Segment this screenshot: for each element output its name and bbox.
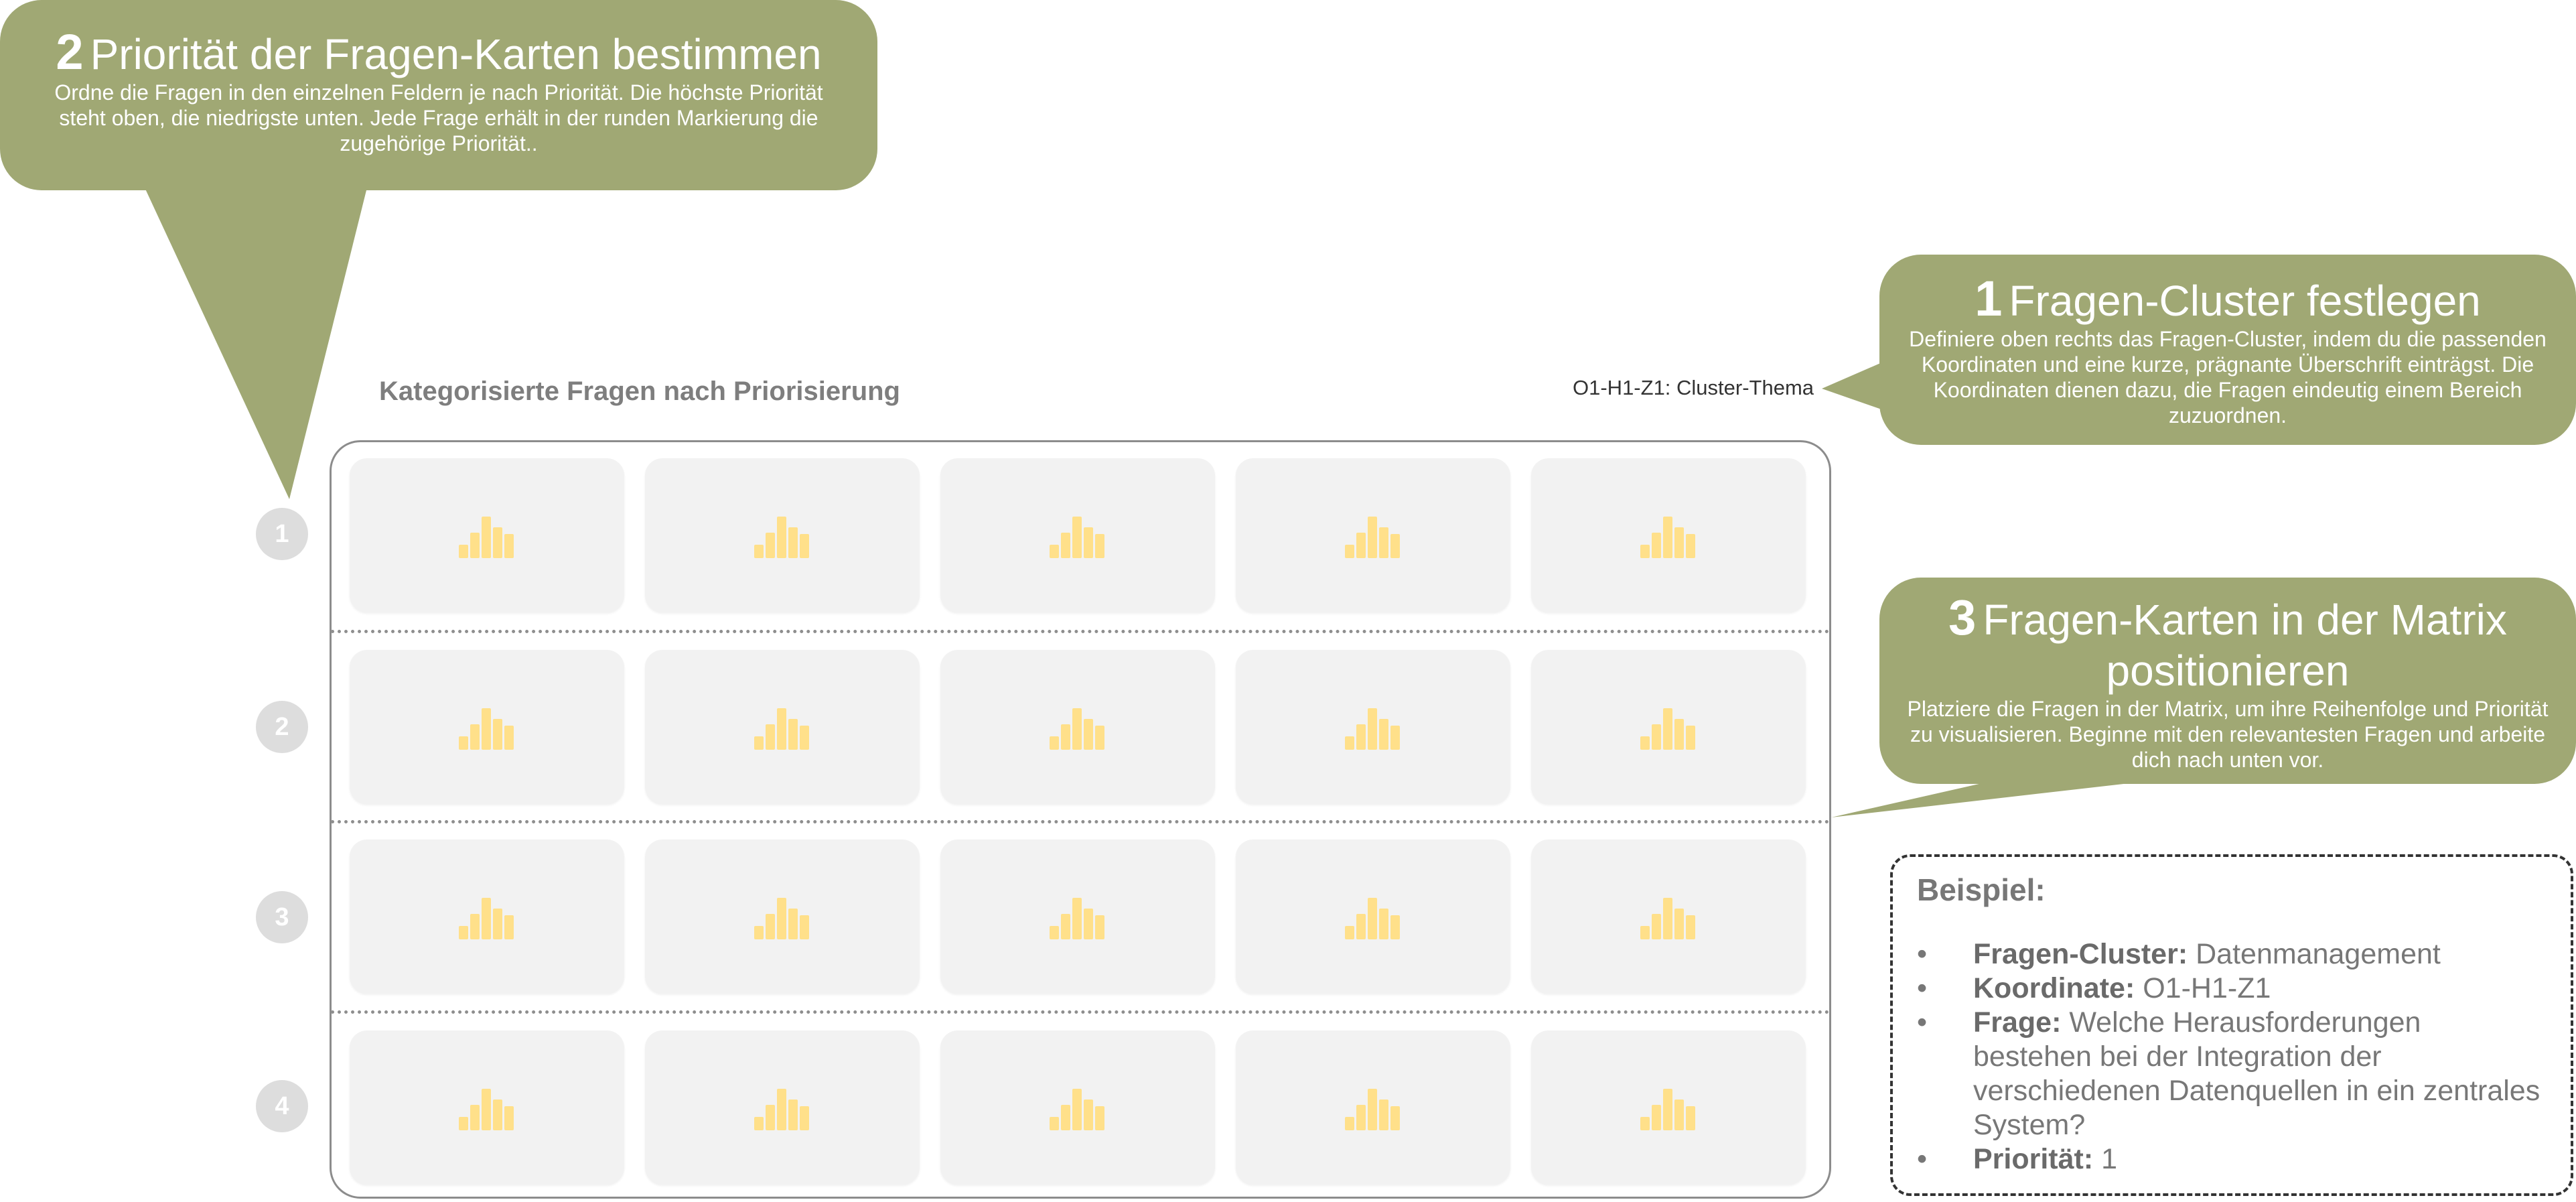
bubble1-tail [1822,362,1883,410]
question-card[interactable] [645,1030,920,1185]
example-item-label: Koordinate: [1973,972,2135,1004]
question-card[interactable] [1531,840,1806,994]
example-item-value: 1 [2101,1143,2118,1175]
bar-chart-placeholder-icon [1050,1089,1104,1130]
row-divider [331,1010,1830,1014]
bar-chart-placeholder-icon [754,517,809,558]
question-card[interactable] [1236,458,1510,612]
step-3-body: Platziere die Fragen in der Matrix, um i… [1907,697,2549,772]
bar-chart-placeholder-icon [1050,708,1104,750]
example-item-label: Priorität: [1973,1143,2094,1175]
step-3-title-line: 3 Fragen-Karten in der Matrix positionier… [1906,592,2549,696]
bar-chart-placeholder-icon [1345,708,1400,750]
step-2-bubble: 2 Priorität der Fragen-Karten bestimmen O… [0,0,877,190]
step-2-title-line: 2 Priorität der Fragen-Karten bestimmen [33,27,844,80]
question-card[interactable] [645,840,920,994]
step-2-body: Ordne die Fragen in den einzelnen Felder… [54,80,823,155]
step-1-title-line: 1 Fragen-Cluster festlegen [1906,273,2549,326]
question-card[interactable] [1236,1030,1510,1185]
question-card[interactable] [1236,840,1510,994]
bar-chart-placeholder-icon [459,708,514,750]
question-card[interactable] [350,650,624,804]
example-item: Frage: Welche Herausforderungen bestehen… [1917,1006,2547,1142]
example-item-value: O1-H1-Z1 [2143,972,2271,1004]
bar-chart-placeholder-icon [1050,898,1104,939]
step-1-title: Fragen-Cluster festlegen [2009,277,2481,325]
bar-chart-placeholder-icon [1640,898,1695,939]
question-card[interactable] [350,1030,624,1185]
example-item: Fragen-Cluster: Datenmanagement [1917,937,2547,972]
question-card[interactable] [940,458,1215,612]
bar-chart-placeholder-icon [1345,1089,1400,1130]
question-card[interactable] [1236,650,1510,804]
cluster-label[interactable]: O1-H1-Z1: Cluster-Thema [1573,376,1814,400]
step-2-title: Priorität der Fragen-Karten bestimmen [90,30,822,78]
example-title: Beispiel: [1917,872,2046,907]
bar-chart-placeholder-icon [1640,517,1695,558]
row-divider [331,630,1830,633]
row-priority-badge-4: 4 [256,1080,308,1132]
row-priority-badge-2: 2 [256,701,308,753]
question-card[interactable] [350,458,624,612]
row-priority-badge-3: 3 [256,891,308,943]
example-item-label: Frage: [1973,1006,2062,1039]
question-card[interactable] [940,840,1215,994]
matrix-heading: Kategorisierte Fragen nach Priorisierung [379,377,900,406]
row-divider [331,820,1830,823]
question-card[interactable] [1531,650,1806,804]
question-card[interactable] [940,1030,1215,1185]
example-list: Fragen-Cluster: Datenmanagement Koordina… [1917,937,2547,1177]
question-card[interactable] [1531,1030,1806,1185]
bubble2-tail [145,188,367,499]
step-2-number: 2 [56,24,84,80]
example-item: Priorität: 1 [1917,1142,2547,1177]
question-card[interactable] [350,840,624,994]
bar-chart-placeholder-icon [1050,517,1104,558]
bubble3-tail [1831,779,2170,817]
example-box: Beispiel: Fragen-Cluster: Datenmanagemen… [1890,854,2573,1196]
step-1-bubble: 1 Fragen-Cluster festlegen Definiere oben… [1879,255,2576,445]
step-3-title: Fragen-Karten in der Matrix positioniere… [1983,596,2507,695]
example-item-label: Fragen-Cluster: [1973,938,2188,970]
bar-chart-placeholder-icon [1640,708,1695,750]
bar-chart-placeholder-icon [1640,1089,1695,1130]
step-3-bubble: 3 Fragen-Karten in der Matrix positionier… [1879,578,2576,784]
bar-chart-placeholder-icon [459,1089,514,1130]
bar-chart-placeholder-icon [1345,517,1400,558]
bar-chart-placeholder-icon [754,1089,809,1130]
question-card[interactable] [1531,458,1806,612]
step-3-number: 3 [1948,590,1977,645]
question-card[interactable] [940,650,1215,804]
bar-chart-placeholder-icon [754,708,809,750]
question-card[interactable] [645,458,920,612]
bar-chart-placeholder-icon [754,898,809,939]
bar-chart-placeholder-icon [1345,898,1400,939]
example-item-value: Datenmanagement [2196,938,2441,970]
row-priority-badge-1: 1 [256,508,308,560]
step-1-number: 1 [1975,271,2003,326]
bar-chart-placeholder-icon [459,898,514,939]
step-1-body: Definiere oben rechts das Fragen-Cluster… [1909,327,2547,427]
example-item: Koordinate: O1-H1-Z1 [1917,972,2547,1006]
bar-chart-placeholder-icon [459,517,514,558]
question-card[interactable] [645,650,920,804]
